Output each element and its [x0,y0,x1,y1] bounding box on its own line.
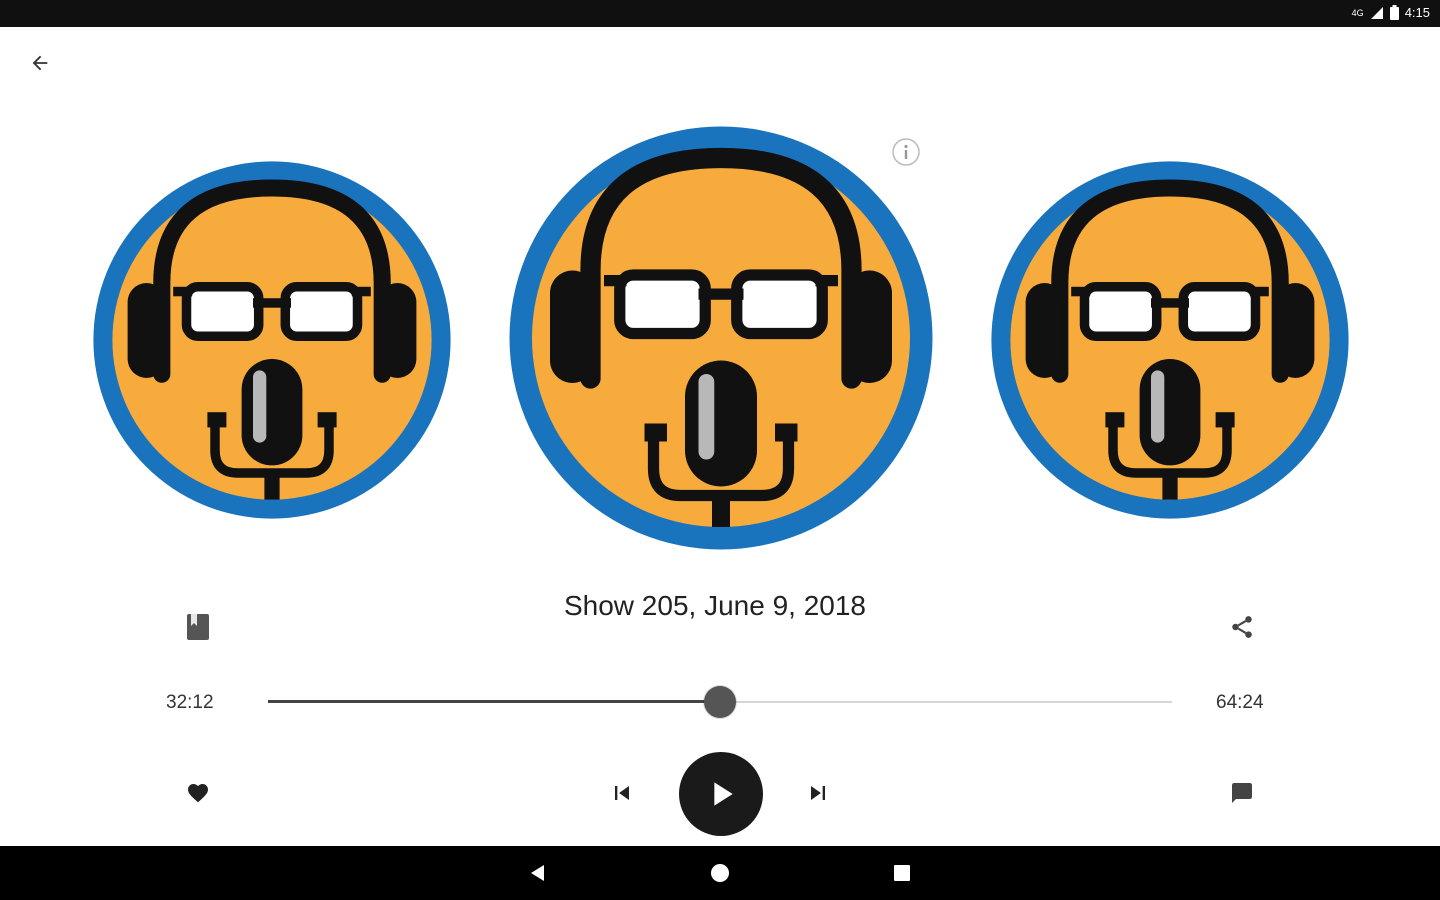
seek-thumb[interactable] [704,686,736,718]
circle-home-icon [711,864,729,882]
elapsed-time: 32:12 [166,692,214,713]
previous-episode-artwork[interactable] [82,150,462,530]
comments-button[interactable] [1220,771,1264,815]
info-icon [892,138,920,166]
favorite-button[interactable] [176,771,220,815]
episode-title: Show 205, June 9, 2018 [563,590,866,621]
signal-icon [1370,6,1383,19]
nav-back-button[interactable] [518,853,558,893]
status-bar: 4G 4:15 [0,0,1440,27]
square-recents-icon [894,865,910,881]
share-icon [1232,616,1252,638]
skip-previous-button[interactable] [600,771,644,815]
next-episode-artwork[interactable] [980,150,1360,530]
network-type: 4G [1351,7,1364,18]
episode-info-button[interactable] [890,136,922,168]
seek-progress [268,700,720,703]
total-duration: 64:24 [1216,692,1264,713]
book-icon [187,614,209,640]
back-button[interactable] [20,43,60,83]
system-navigation-bar [0,846,1440,900]
status-indicators: 4G 4:15 [1352,5,1430,20]
nav-recents-button[interactable] [882,853,922,893]
play-icon [714,782,733,806]
skip-previous-icon [615,786,629,800]
chapters-button[interactable] [176,605,220,649]
nav-home-button[interactable] [700,853,740,893]
share-button[interactable] [1220,605,1264,649]
skip-next-button[interactable] [796,771,840,815]
current-episode-artwork[interactable] [496,113,946,563]
comment-icon [1232,783,1252,803]
skip-next-icon [811,786,825,800]
battery-icon [1389,5,1399,20]
triangle-back-icon [531,865,544,881]
top-app-bar [0,27,1440,97]
arrow-left-icon [32,55,48,71]
play-button[interactable] [679,752,763,836]
seek-bar[interactable] [268,686,1172,718]
heart-icon [188,784,208,803]
clock: 4:15 [1404,5,1430,20]
